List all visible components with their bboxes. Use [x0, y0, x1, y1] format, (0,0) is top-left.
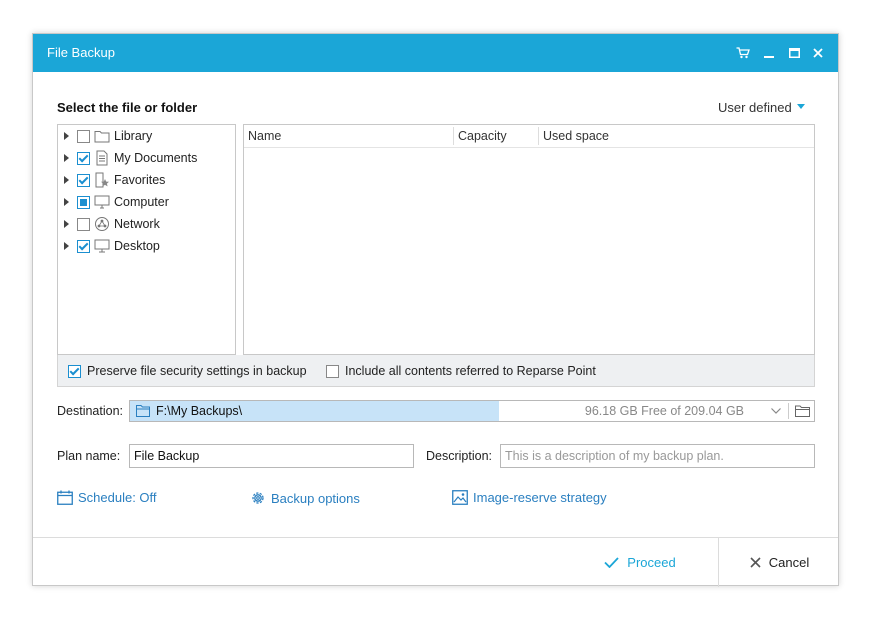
- destination-divider: [788, 403, 789, 419]
- document-icon: [96, 150, 108, 166]
- column-name[interactable]: Name: [248, 129, 281, 143]
- description-label: Description:: [426, 449, 492, 463]
- gear-icon: [252, 492, 264, 504]
- description-input[interactable]: [500, 444, 815, 468]
- view-mode-dropdown[interactable]: User defined: [718, 100, 805, 115]
- cart-button[interactable]: [732, 42, 754, 64]
- destination-path: F:\My Backups\: [156, 404, 243, 418]
- checkbox-desktop[interactable]: [77, 239, 90, 253]
- tree-item-network[interactable]: Network: [58, 214, 235, 234]
- cancel-label: Cancel: [768, 555, 810, 570]
- expand-arrow-icon[interactable]: [64, 176, 69, 184]
- backup-options-bar: Preserve file security settings in backu…: [57, 355, 815, 387]
- network-icon: [95, 217, 109, 231]
- checkmark-icon: [604, 557, 619, 568]
- preserve-security-checkbox[interactable]: [68, 364, 81, 378]
- tree-item-label: Desktop: [114, 239, 160, 253]
- tree-item-desktop[interactable]: Desktop: [58, 236, 235, 256]
- column-divider[interactable]: [453, 127, 454, 145]
- plan-name-label: Plan name:: [57, 449, 121, 463]
- folder-icon: [136, 405, 150, 417]
- checkbox-network[interactable]: [77, 217, 90, 231]
- checkbox-computer[interactable]: [77, 195, 90, 209]
- proceed-label: Proceed: [627, 555, 676, 570]
- expand-arrow-icon[interactable]: [64, 198, 69, 206]
- tree-item-label: Computer: [114, 195, 169, 209]
- column-capacity[interactable]: Capacity: [458, 129, 507, 143]
- footer-bar: Proceed Cancel: [33, 537, 838, 587]
- image-reserve-link[interactable]: Image-reserve strategy: [452, 490, 607, 505]
- checkbox-my-documents[interactable]: [77, 151, 90, 165]
- file-backup-window: File Backup Select the file or folder Us…: [32, 33, 839, 587]
- chevron-down-icon: [771, 408, 781, 414]
- caret-down-icon: [796, 104, 805, 110]
- file-list-header: Name Capacity Used space: [244, 125, 814, 148]
- tree-item-label: Network: [114, 217, 160, 231]
- destination-field[interactable]: F:\My Backups\ 96.18 GB Free of 209.04 G…: [129, 400, 815, 422]
- cart-icon: [736, 47, 750, 59]
- destination-label: Destination:: [57, 404, 124, 418]
- close-icon: [813, 48, 823, 58]
- maximize-icon: [788, 48, 800, 58]
- preserve-security-label: Preserve file security settings in backu…: [87, 364, 307, 378]
- tree-item-favorites[interactable]: Favorites: [58, 170, 235, 190]
- backup-options-label: Backup options: [271, 490, 360, 506]
- source-tree: Library My Documents Favorites Computer …: [57, 124, 236, 355]
- file-list: Name Capacity Used space: [243, 124, 815, 355]
- section-title: Select the file or folder: [57, 100, 198, 115]
- image-reserve-label: Image-reserve strategy: [473, 490, 607, 505]
- image-icon: [452, 490, 468, 505]
- schedule-link[interactable]: Schedule: Off: [57, 490, 157, 505]
- expand-arrow-icon[interactable]: [64, 154, 69, 162]
- title-bar: File Backup: [33, 34, 838, 72]
- favorites-icon: [95, 172, 109, 188]
- backup-options-link[interactable]: Backup options: [250, 490, 360, 506]
- folder-browse-icon: [794, 405, 810, 417]
- close-button[interactable]: [807, 42, 829, 64]
- reparse-point-option[interactable]: Include all contents referred to Reparse…: [326, 364, 596, 378]
- view-mode-label: User defined: [718, 100, 792, 115]
- reparse-point-checkbox[interactable]: [326, 364, 339, 378]
- tree-item-label: My Documents: [114, 151, 198, 165]
- plan-name-input[interactable]: [129, 444, 414, 468]
- desktop-icon: [94, 239, 110, 253]
- computer-icon: [94, 195, 110, 209]
- folder-icon: [94, 131, 110, 143]
- tree-item-label: Favorites: [114, 173, 166, 187]
- minimize-button[interactable]: [758, 42, 780, 64]
- preserve-security-option[interactable]: Preserve file security settings in backu…: [68, 364, 307, 378]
- window-title: File Backup: [47, 45, 115, 60]
- checkbox-favorites[interactable]: [77, 173, 90, 187]
- checkbox-library[interactable]: [77, 129, 90, 143]
- proceed-button[interactable]: Proceed: [563, 538, 717, 587]
- maximize-button[interactable]: [783, 42, 805, 64]
- expand-arrow-icon[interactable]: [64, 132, 69, 140]
- tree-item-computer[interactable]: Computer: [58, 192, 235, 212]
- expand-arrow-icon[interactable]: [64, 242, 69, 250]
- column-divider[interactable]: [538, 127, 539, 145]
- tree-item-library[interactable]: Library: [58, 126, 235, 146]
- destination-dropdown-button[interactable]: [764, 401, 788, 421]
- schedule-label: Schedule: Off: [78, 490, 157, 505]
- expand-arrow-icon[interactable]: [64, 220, 69, 228]
- tree-item-label: Library: [114, 129, 153, 143]
- browse-destination-button[interactable]: [790, 401, 814, 421]
- calendar-icon: [57, 490, 73, 505]
- destination-free-space: 96.18 GB Free of 209.04 GB: [584, 404, 744, 418]
- cancel-button[interactable]: Cancel: [718, 538, 840, 587]
- tree-item-my-documents[interactable]: My Documents: [58, 148, 235, 168]
- reparse-point-label: Include all contents referred to Reparse…: [345, 364, 596, 378]
- column-used-space[interactable]: Used space: [543, 129, 609, 143]
- close-icon: [750, 557, 761, 568]
- minimize-icon: [764, 56, 774, 58]
